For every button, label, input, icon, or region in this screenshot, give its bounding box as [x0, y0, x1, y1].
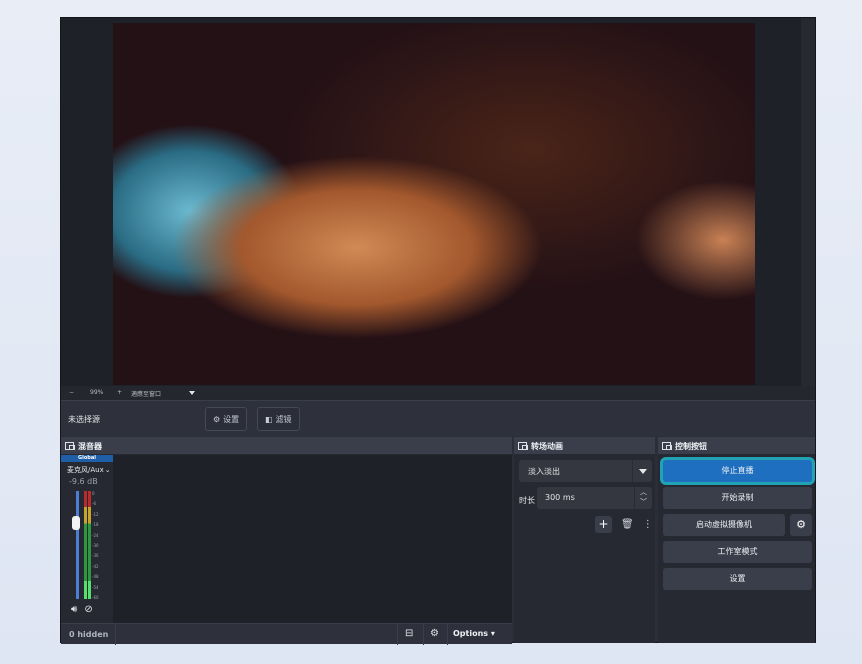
zoom-bar: − 99% + 適應至窗口	[61, 386, 815, 400]
dock-icon[interactable]	[662, 442, 672, 450]
stop-stream-button[interactable]: 停止直播	[663, 460, 812, 482]
hidden-count: 0 hidden	[69, 630, 109, 639]
level-meter-left	[84, 491, 87, 599]
options-button[interactable]: Options ▾	[453, 629, 495, 638]
controls-panel: 控制按钮 停止直播 开始录制 启动虚拟摄像机 ⚙ 工作室模式 设置	[658, 437, 815, 643]
duration-input[interactable]: 300 ms ︿ ﹀	[537, 487, 652, 509]
controls-header: 控制按钮	[658, 438, 815, 454]
mixer-panel: 混音器 Global 麦克风/Aux⌄ -9.6 dB 0 -6 -12 -18 -24…	[61, 437, 512, 645]
transitions-panel: 转场动画 淡入淡出 时长 300 ms ︿ ﹀ + 🗑︎ ⋮	[514, 437, 655, 643]
transition-select[interactable]: 淡入淡出	[519, 460, 652, 482]
advanced-gear-icon[interactable]: ⚙	[430, 628, 439, 639]
channel-strip: Global 麦克风/Aux⌄ -9.6 dB 0 -6 -12 -18 -24 -30 -…	[61, 455, 113, 623]
source-settings-button[interactable]: ⚙ 设置	[205, 407, 248, 431]
duration-spinner[interactable]: ︿ ﹀	[634, 487, 652, 509]
duration-value: 300 ms	[545, 493, 575, 502]
preview-image	[113, 23, 755, 385]
source-filters-label: 滤镜	[275, 414, 292, 424]
transition-tools: + 🗑︎ ⋮	[595, 516, 653, 533]
scale-tick: -54	[92, 584, 99, 590]
source-toolbar: 未选择源 ⚙ 设置 ◧ 滤镜	[61, 400, 815, 436]
preview-margin	[801, 18, 815, 386]
gear-icon[interactable]: ⚙	[790, 514, 812, 536]
scale-tick: -6	[92, 501, 96, 507]
channel-name: 麦克风/Aux	[67, 466, 104, 474]
no-source-label: 未选择源	[68, 415, 100, 424]
scale-tick: -18	[92, 522, 99, 528]
studio-mode-button[interactable]: 工作室模式	[663, 541, 812, 563]
mixer-title: 混音器	[78, 441, 102, 451]
channel-icons: 🔊︎ ⊘	[71, 604, 93, 615]
chevron-down-icon: ⌄	[104, 466, 111, 474]
layout-icon[interactable]: ⊟	[405, 628, 413, 639]
preview-area[interactable]	[61, 18, 815, 386]
divider	[423, 624, 424, 645]
transitions-header: 转场动画	[514, 438, 655, 454]
divider	[115, 624, 116, 645]
mixer-footer: 0 hidden ⊟ ⚙ Options ▾	[61, 623, 512, 645]
controls-title: 控制按钮	[675, 441, 707, 451]
scale-tick: 0	[92, 491, 95, 496]
channel-name-select[interactable]: 麦克风/Aux⌄	[67, 465, 111, 475]
settings-button[interactable]: 设置	[663, 568, 812, 590]
scale-tick: -24	[92, 532, 99, 538]
zoom-dropdown-icon[interactable]	[189, 391, 195, 395]
volume-fader-knob[interactable]	[72, 516, 80, 531]
channel-volume: -9.6 dB	[69, 477, 98, 486]
duration-label: 时长	[519, 496, 535, 505]
transitions-title: 转场动画	[531, 441, 563, 451]
scale-tick: -42	[92, 563, 99, 569]
zoom-fit-select[interactable]: 適應至窗口	[131, 389, 161, 398]
mixer-body: Global 麦克风/Aux⌄ -9.6 dB 0 -6 -12 -18 -24 -30 -…	[61, 455, 512, 623]
more-icon[interactable]: ⋮	[643, 519, 653, 530]
zoom-out-button[interactable]: −	[69, 389, 74, 396]
zoom-in-button[interactable]: +	[117, 389, 122, 396]
trash-icon[interactable]: 🗑︎	[621, 519, 634, 530]
start-record-button[interactable]: 开始录制	[663, 487, 812, 509]
plus-icon[interactable]: +	[595, 516, 612, 533]
virtual-camera-button[interactable]: 启动虚拟摄像机	[663, 514, 785, 536]
gear-icon: ⚙	[213, 414, 221, 424]
source-filters-button[interactable]: ◧ 滤镜	[257, 407, 300, 431]
filter-icon: ◧	[265, 414, 273, 424]
options-label: Options	[453, 629, 489, 638]
chevron-down-icon	[632, 460, 652, 482]
obs-window: − 99% + 適應至窗口 未选择源 ⚙ 设置 ◧ 滤镜 混音器 Global …	[60, 17, 816, 645]
scale-tick: -12	[92, 511, 99, 517]
dock-icon[interactable]	[518, 442, 528, 450]
divider	[447, 624, 448, 645]
volume-fader-track[interactable]	[76, 491, 79, 599]
scale-tick: -36	[92, 553, 99, 559]
dock-icon[interactable]	[65, 442, 75, 450]
meter-fill	[88, 581, 91, 599]
scale-tick: -30	[92, 543, 99, 549]
level-meter-right	[88, 491, 91, 599]
divider	[397, 624, 398, 645]
global-tag: Global	[61, 455, 113, 462]
meter-fill	[84, 581, 87, 599]
mute-settings-icon[interactable]: ⊘	[84, 604, 92, 615]
zoom-percent: 99%	[90, 389, 104, 396]
meter-scale: 0 -6 -12 -18 -24 -30 -36 -42 -48 -54 -60	[92, 489, 99, 603]
transition-selected: 淡入淡出	[528, 467, 560, 476]
scale-tick: -48	[92, 574, 99, 580]
mixer-header: 混音器	[61, 438, 512, 454]
speaker-icon[interactable]: 🔊︎	[71, 604, 77, 615]
source-settings-label: 设置	[223, 414, 240, 424]
scale-tick: -60	[92, 595, 99, 601]
